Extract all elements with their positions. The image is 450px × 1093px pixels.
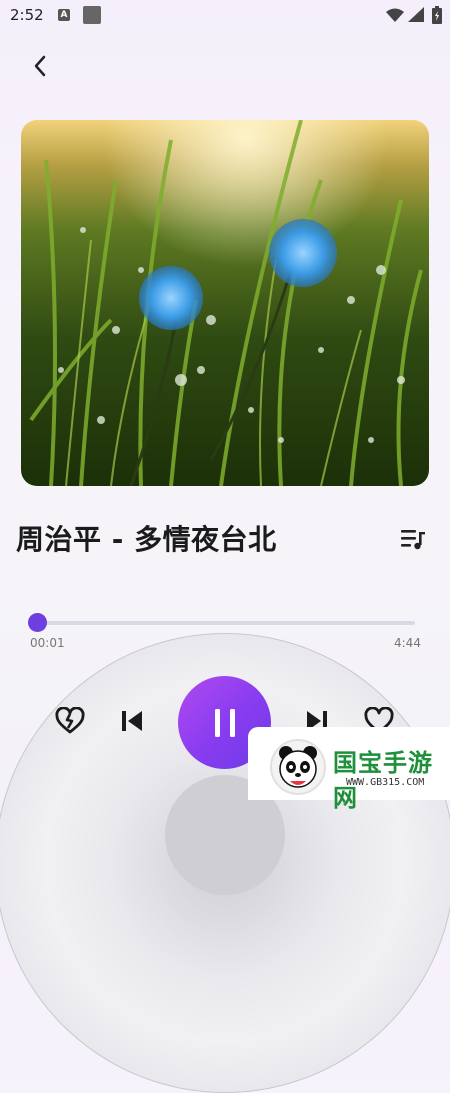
album-art-image: [21, 120, 429, 486]
album-art: [21, 120, 429, 486]
broken-heart-icon: [55, 707, 85, 734]
progress-thumb[interactable]: [28, 613, 47, 632]
dislike-button[interactable]: [52, 703, 88, 739]
playlist-music-icon: [401, 530, 425, 550]
song-title: 周治平 - 多情夜台北: [16, 523, 277, 556]
app-notification-icon: [83, 6, 101, 24]
watermark-url: WWW.GB315.COM: [346, 777, 425, 788]
pause-icon: [214, 708, 235, 737]
back-arrow-icon: [34, 55, 46, 77]
previous-button[interactable]: [114, 703, 150, 739]
wifi-icon: [386, 8, 404, 22]
status-bar: 2:52 A: [0, 0, 450, 30]
playlist-button[interactable]: [396, 522, 430, 556]
back-button[interactable]: [24, 50, 56, 82]
current-time: 00:01: [30, 636, 65, 650]
progress-track[interactable]: [37, 621, 415, 625]
panda-logo-icon: [270, 739, 326, 795]
signal-icon: [408, 7, 424, 22]
skip-previous-icon: [122, 711, 142, 731]
a-notification-icon: A: [58, 9, 70, 21]
battery-icon: [432, 6, 442, 24]
status-time: 2:52: [10, 6, 44, 24]
total-time: 4:44: [394, 636, 421, 650]
watermark: 国宝手游网 WWW.GB315.COM: [248, 727, 450, 812]
